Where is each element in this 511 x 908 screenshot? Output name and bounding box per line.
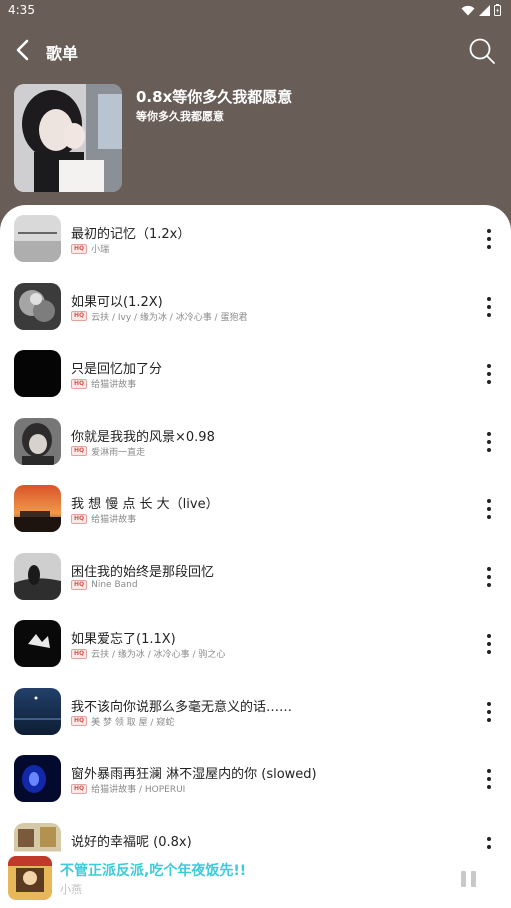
song-artist: 给猫讲故事 / HOPERUI — [91, 785, 186, 795]
playlist-cover — [14, 84, 122, 192]
search-icon[interactable] — [467, 36, 497, 66]
song-cover — [14, 350, 61, 397]
more-vertical-icon[interactable] — [485, 363, 493, 385]
song-cover — [14, 552, 61, 600]
song-title: 说好的幸福呢 (0.8x) — [71, 834, 192, 850]
song-artist: 云扶 / Ivy / 缘为冰 / 冰冷心事 / 蛋狍君 — [91, 312, 248, 323]
song-title: 我不该向你说那么多毫无意义的话…… — [71, 699, 293, 715]
song-cover — [14, 755, 61, 802]
page-title: 歌单 — [46, 44, 79, 63]
hq-badge: HQ — [71, 783, 88, 794]
status-time: 4:35 — [8, 3, 35, 17]
song-row[interactable]: 我 想 慢 点 长 大（live） HQ 给猫讲故事 — [0, 475, 511, 543]
song-artist: 小瑞 — [91, 245, 110, 255]
hq-badge: HQ — [71, 243, 88, 254]
hq-badge: HQ — [71, 446, 88, 456]
more-vertical-icon[interactable] — [485, 228, 493, 250]
song-row[interactable]: 窗外暴雨再狂澜 淋不湿屋内的你 (slowed) HQ 给猫讲故事 / HOPER… — [0, 745, 511, 813]
song-row[interactable]: 只是回忆加了分 HQ 给猫讲故事 — [0, 340, 511, 408]
song-meta: HQ 小瑞 — [71, 242, 109, 255]
song-artist: 给猫讲故事 — [91, 515, 137, 525]
song-row[interactable]: 如果爱忘了(1.1X) HQ 云扶 / 缘为冰 / 冰冷心事 / 驹之心 — [0, 610, 511, 678]
song-meta: HQ 爱淋雨一直走 — [71, 445, 145, 458]
hq-badge: HQ — [71, 716, 88, 726]
back-arrow-icon[interactable] — [10, 36, 38, 64]
song-title: 最初的记忆（1.2x） — [71, 227, 191, 242]
pause-icon[interactable] — [459, 870, 479, 888]
song-row[interactable]: 最初的记忆（1.2x） HQ 小瑞 — [0, 205, 511, 273]
hq-badge: HQ — [71, 579, 88, 590]
signal-icon — [479, 4, 490, 16]
song-artist: Nine Band — [91, 579, 138, 590]
song-cover — [14, 822, 61, 855]
now-playing-title: 不管正派反派,吃个年夜饭先!! — [60, 863, 247, 879]
song-title: 你就是我我的风景×0.98 — [71, 429, 215, 445]
hq-badge: HQ — [71, 311, 88, 321]
song-title: 我 想 慢 点 长 大（live） — [71, 497, 219, 512]
song-meta: HQ 云扶 / Ivy / 缘为冰 / 冰冷心事 / 蛋狍君 — [71, 310, 247, 323]
song-cover — [14, 417, 61, 465]
song-cover — [14, 282, 61, 330]
mini-player[interactable]: 不管正派反派,吃个年夜饭先!! 小燕 — [0, 852, 511, 908]
song-artist: 给猫讲故事 — [91, 380, 137, 390]
status-bar: 4:35 — [0, 0, 511, 22]
song-title: 窗外暴雨再狂澜 淋不湿屋内的你 (slowed) — [71, 767, 317, 782]
playlist-title: 0.8x等你多久我都愿意 — [136, 88, 293, 106]
song-artist: 爱淋雨一直走 — [91, 447, 146, 458]
song-row[interactable]: 我不该向你说那么多毫无意义的话…… HQ 美 梦 领 取 屋 / 窥蛇 — [0, 678, 511, 746]
more-vertical-icon[interactable] — [485, 566, 493, 588]
song-title: 困住我的始终是那段回忆 — [71, 564, 215, 580]
song-row[interactable]: 如果可以(1.2X) HQ 云扶 / Ivy / 缘为冰 / 冰冷心事 / 蛋狍君 — [0, 273, 511, 341]
hq-badge: HQ — [71, 378, 88, 389]
song-row[interactable]: 说好的幸福呢 (0.8x) — [0, 813, 511, 855]
more-vertical-icon[interactable] — [485, 296, 493, 318]
wifi-icon — [461, 5, 475, 15]
song-row[interactable]: 你就是我我的风景×0.98 HQ 爱淋雨一直走 — [0, 408, 511, 476]
song-meta: HQ 给猫讲故事 — [71, 377, 136, 390]
song-title: 如果爱忘了(1.1X) — [71, 632, 176, 647]
song-cover — [14, 485, 61, 532]
song-meta: HQ Nine Band — [71, 579, 138, 590]
hq-badge: HQ — [71, 648, 88, 659]
more-vertical-icon[interactable] — [485, 701, 493, 723]
song-list: 最初的记忆（1.2x） HQ 小瑞 如果可以(1.2X) HQ 云扶 / Ivy /… — [0, 205, 511, 855]
battery-icon — [494, 4, 501, 16]
song-title: 只是回忆加了分 — [71, 362, 163, 377]
more-vertical-icon[interactable] — [485, 498, 493, 520]
now-playing-artist: 小燕 — [60, 883, 82, 896]
top-bar: 歌单 — [0, 30, 511, 72]
song-cover — [14, 687, 61, 735]
song-cover — [14, 620, 61, 667]
song-artist: 云扶 / 缘为冰 / 冰冷心事 / 驹之心 — [91, 650, 226, 660]
more-vertical-icon[interactable] — [485, 431, 493, 453]
song-title: 如果可以(1.2X) — [71, 294, 163, 310]
more-vertical-icon[interactable] — [485, 633, 493, 655]
hq-badge: HQ — [71, 513, 88, 524]
song-cover — [14, 215, 61, 262]
song-meta: HQ 给猫讲故事 — [71, 512, 136, 525]
song-meta: HQ 云扶 / 缘为冰 / 冰冷心事 / 驹之心 — [71, 647, 225, 660]
song-artist: 美 梦 领 取 屋 / 窥蛇 — [91, 717, 175, 728]
now-playing-cover — [8, 856, 52, 900]
song-meta: HQ 美 梦 领 取 屋 / 窥蛇 — [71, 715, 174, 728]
song-meta: HQ 给猫讲故事 / HOPERUI — [71, 782, 185, 795]
song-row[interactable]: 困住我的始终是那段回忆 HQ Nine Band — [0, 543, 511, 611]
status-icons — [461, 4, 501, 16]
more-vertical-icon[interactable] — [485, 768, 493, 790]
playlist-subtitle: 等你多久我都愿意 — [136, 110, 224, 123]
